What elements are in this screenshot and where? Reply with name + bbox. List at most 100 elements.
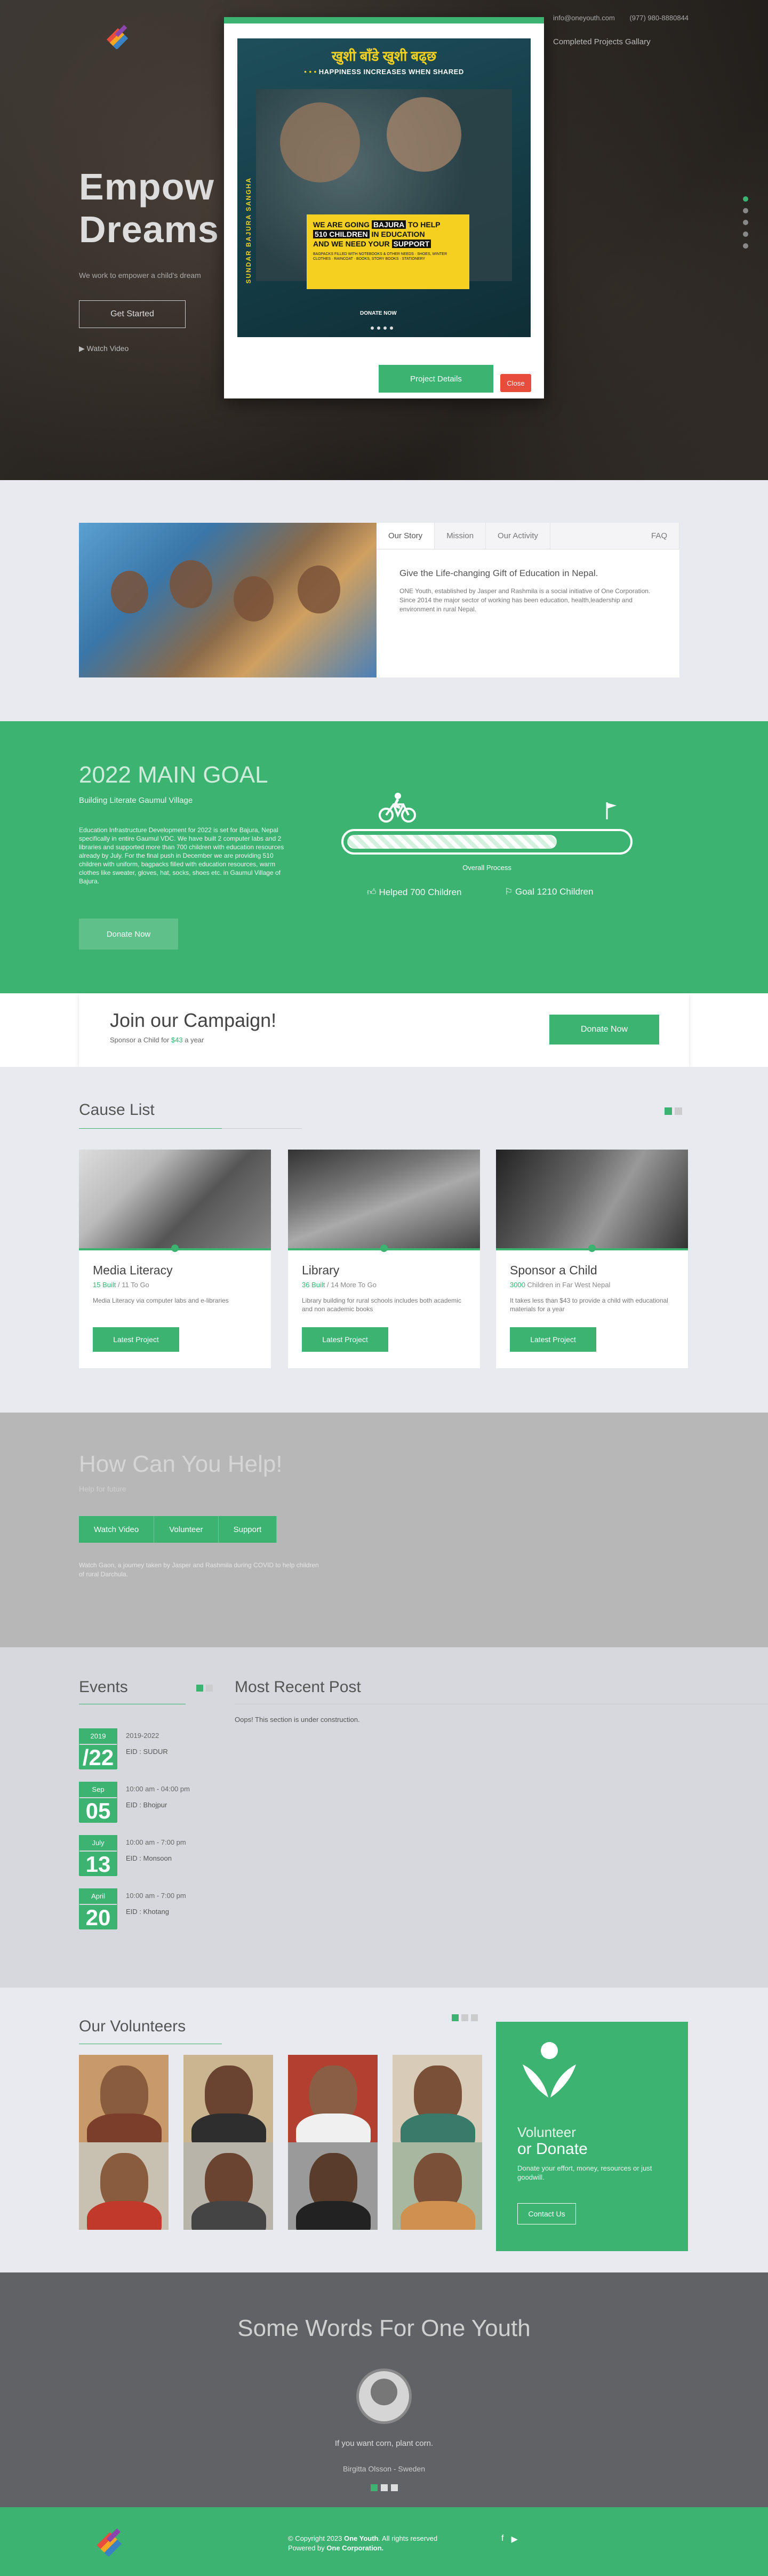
slider-dot[interactable]	[675, 1107, 682, 1115]
social-links: f ▶	[501, 2534, 518, 2545]
cause-card: Sponsor a Child 3000 Children in Far Wes…	[496, 1150, 688, 1368]
slider-dot[interactable]	[471, 2014, 478, 2021]
goal-title: 2022 MAIN GOAL	[79, 762, 268, 788]
testimonial-slider-dots[interactable]	[371, 2484, 398, 2491]
tab-mission[interactable]: Mission	[435, 523, 486, 549]
donate-heading: or Donate	[517, 2140, 588, 2158]
volunteer-photo[interactable]	[288, 2142, 378, 2230]
cause-title: Library	[302, 1263, 340, 1277]
volunteers-title: Our Volunteers	[79, 2017, 186, 2035]
copyright: © Copyright 2023 One Youth. All rights r…	[288, 2534, 438, 2552]
event-date: April 20	[79, 1888, 117, 1930]
avatar	[356, 2368, 412, 2424]
event-time: 10:00 am - 7:00 pm	[126, 1892, 186, 1900]
volunteer-photo[interactable]	[79, 2055, 169, 2142]
event-name: EID : Monsoon	[126, 1854, 172, 1862]
about-section: Our Story Mission Our Activity FAQ Give …	[0, 480, 768, 721]
campaign-donate-button[interactable]: Donate Now	[549, 1015, 659, 1044]
slider-dot[interactable]	[371, 2484, 378, 2491]
watch-video-link[interactable]: ▶ Watch Video	[79, 344, 129, 353]
help-section: How Can You Help! Help for future Watch …	[0, 1413, 768, 1647]
event-date: 2019/22	[79, 1728, 117, 1770]
cause-card: Library 36 Built / 14 More To Go Library…	[288, 1150, 480, 1368]
project-details-button[interactable]: Project Details	[379, 365, 493, 393]
get-started-button[interactable]: Get Started	[79, 300, 186, 328]
cause-description: It takes less than $43 to provide a chil…	[510, 1297, 668, 1313]
cause-description: Media Literacy via computer labs and e-l…	[93, 1297, 229, 1304]
cause-slider-dots[interactable]	[665, 1107, 682, 1115]
tab-faq[interactable]: FAQ	[639, 523, 679, 549]
events-slider-dots[interactable]	[196, 1685, 213, 1692]
slider-dot[interactable]	[391, 2484, 398, 2491]
volunteer-photo[interactable]	[393, 2142, 482, 2230]
slider-dot[interactable]	[196, 1685, 203, 1692]
slider-dot[interactable]	[452, 2014, 459, 2021]
poster-callout: WE ARE GOING BAJURA TO HELP 510 CHILDREN…	[307, 214, 469, 289]
campaign-poster: खुशी बाँडे खुशी बढ्छ • • • HAPPINESS INC…	[237, 38, 531, 337]
volunteer-photo[interactable]	[183, 2142, 273, 2230]
slider-dot[interactable]	[743, 196, 748, 202]
event-item[interactable]: July 13 10:00 am - 7:00 pm EID : Monsoon	[79, 1835, 239, 1877]
footer: © Copyright 2023 One Youth. All rights r…	[0, 2507, 768, 2576]
progress-label: Overall Process	[462, 864, 511, 872]
contact-us-button[interactable]: Contact Us	[517, 2203, 576, 2224]
slider-dot[interactable]	[381, 2484, 388, 2491]
tab-our-story[interactable]: Our Story	[377, 523, 435, 549]
nav-gallery-link[interactable]: Completed Projects Gallary	[553, 37, 651, 46]
volunteer-tab[interactable]: Volunteer	[154, 1516, 219, 1543]
helping-hands-icon	[523, 2042, 576, 2098]
testimonial-quote: If you want corn, plant corn.	[334, 2439, 434, 2448]
poster-tagline: • • • HAPPINESS INCREASES WHEN SHARED	[304, 68, 464, 76]
volunteers-slider-dots[interactable]	[452, 2014, 478, 2021]
volunteer-heading: Volunteer	[517, 2124, 576, 2140]
volunteer-photo[interactable]	[79, 2142, 169, 2230]
event-time: 10:00 am - 7:00 pm	[126, 1838, 186, 1846]
cause-meta: 3000 Children in Far West Nepal	[510, 1281, 611, 1289]
header-email[interactable]: info@oneyouth.com	[553, 14, 615, 22]
poster-dots	[371, 326, 393, 330]
poster-child	[280, 102, 360, 182]
tab-our-activity[interactable]: Our Activity	[486, 523, 550, 549]
youtube-icon[interactable]: ▶	[511, 2534, 517, 2545]
header-phone[interactable]: (977) 980-8880844	[629, 14, 689, 22]
volunteer-photo[interactable]	[183, 2055, 273, 2142]
slider-dot[interactable]	[665, 1107, 672, 1115]
slider-dot[interactable]	[743, 232, 748, 237]
event-item[interactable]: 2019/22 2019-2022 EID : SUDUR	[79, 1728, 239, 1770]
play-icon: ▶	[79, 344, 87, 353]
cause-title: Sponsor a Child	[510, 1263, 597, 1277]
event-name: EID : Bhojpur	[126, 1801, 167, 1809]
event-date: July 13	[79, 1835, 117, 1877]
poster-side-text: SUNDAR BAJURA SANGHA	[245, 177, 252, 284]
volunteer-donate-panel: Volunteer or Donate Donate your effort, …	[496, 2022, 688, 2251]
footer-logo[interactable]	[94, 2524, 126, 2556]
support-tab[interactable]: Support	[218, 1516, 277, 1543]
latest-project-button[interactable]: Latest Project	[93, 1327, 179, 1352]
event-name: EID : Khotang	[126, 1908, 169, 1916]
about-text: ONE Youth, established by Jasper and Ras…	[399, 587, 651, 613]
watch-video-tab[interactable]: Watch Video	[79, 1516, 155, 1543]
slider-dot[interactable]	[206, 1685, 213, 1692]
event-name: EID : SUDUR	[126, 1748, 168, 1756]
cause-title: Media Literacy	[93, 1263, 173, 1277]
campaign-title: Join our Campaign!	[110, 1009, 277, 1031]
close-button[interactable]: Close	[500, 374, 531, 392]
flag-icon	[606, 802, 617, 819]
slider-dot[interactable]	[743, 243, 748, 249]
cause-photo	[496, 1150, 688, 1248]
volunteer-photo[interactable]	[288, 2055, 378, 2142]
slider-dot[interactable]	[743, 220, 748, 225]
hero-slider-dots[interactable]	[743, 196, 748, 249]
goal-donate-button[interactable]: Donate Now	[79, 919, 178, 950]
slider-dot[interactable]	[743, 208, 748, 213]
recent-post-title: Most Recent Post	[235, 1678, 361, 1696]
event-item[interactable]: April 20 10:00 am - 7:00 pm EID : Khotang	[79, 1888, 239, 1930]
latest-project-button[interactable]: Latest Project	[510, 1327, 596, 1352]
one-youth-logo[interactable]	[104, 21, 132, 49]
event-item[interactable]: Sep 05 10:00 am - 04:00 pm EID : Bhojpur	[79, 1782, 239, 1823]
volunteer-photo[interactable]	[393, 2055, 482, 2142]
help-tabs: Watch Video Volunteer Support	[79, 1516, 277, 1543]
slider-dot[interactable]	[461, 2014, 468, 2021]
facebook-icon[interactable]: f	[501, 2534, 503, 2545]
latest-project-button[interactable]: Latest Project	[302, 1327, 388, 1352]
